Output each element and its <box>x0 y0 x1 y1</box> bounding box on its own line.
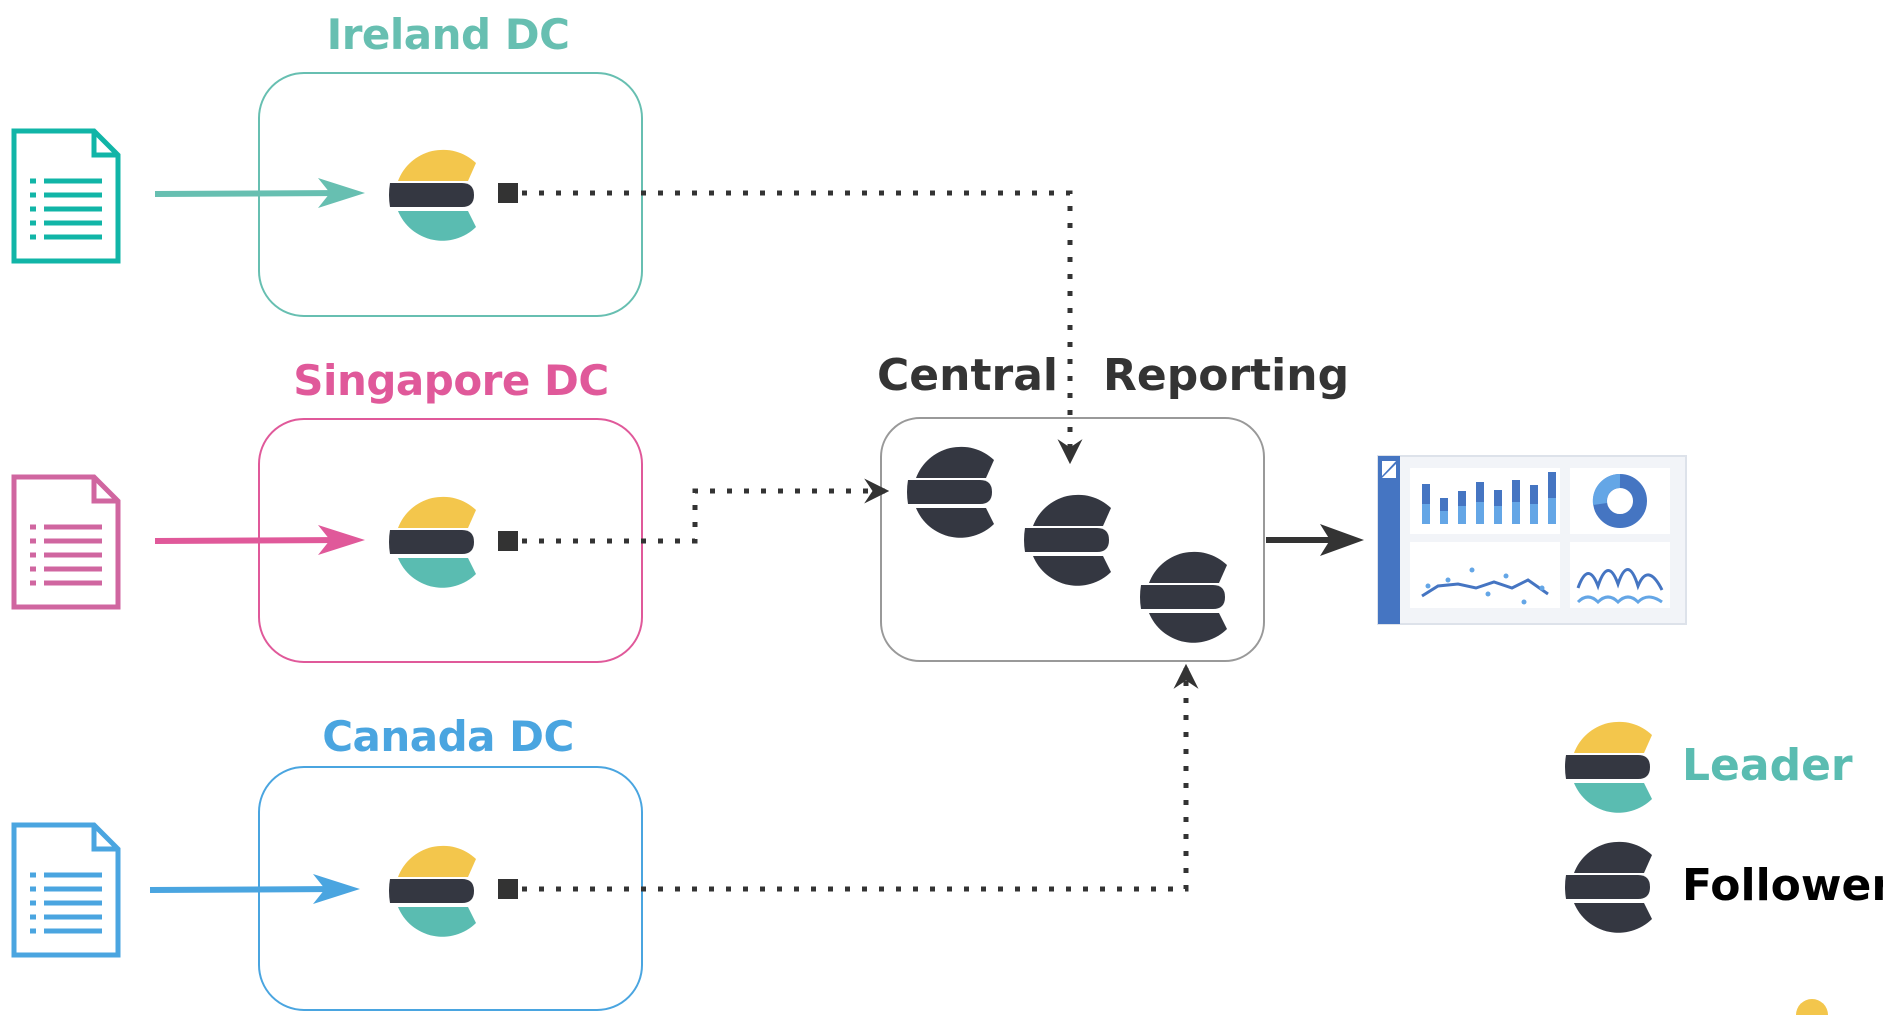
singapore-ingest-arrow <box>154 525 365 555</box>
ireland-port <box>498 183 518 203</box>
partial-shape-fragment <box>1796 999 1828 1015</box>
singapore-leader-icon <box>389 496 476 588</box>
legend-leader-icon <box>1565 721 1652 813</box>
follower-icon-3 <box>1140 551 1227 643</box>
ireland-leader-icon <box>389 149 476 241</box>
ireland-replication-connector <box>522 190 1083 465</box>
output-arrow <box>1266 524 1364 556</box>
canada-replication-connector <box>522 663 1199 892</box>
singapore-document-icon <box>14 477 118 607</box>
ireland-ingest-arrow <box>154 178 365 208</box>
diagram-canvas <box>0 0 1828 1015</box>
ireland-document-icon <box>14 131 118 261</box>
canada-port <box>498 879 518 899</box>
singapore-replication-connector <box>522 478 890 544</box>
canada-document-icon <box>14 825 118 955</box>
canada-leader-icon <box>389 845 476 937</box>
canada-ingest-arrow <box>149 874 360 904</box>
kibana-dashboard-icon <box>1377 455 1687 625</box>
follower-icon-2 <box>1024 494 1111 586</box>
singapore-port <box>498 531 518 551</box>
follower-icon-1 <box>907 446 994 538</box>
legend-follower-icon <box>1565 841 1652 933</box>
